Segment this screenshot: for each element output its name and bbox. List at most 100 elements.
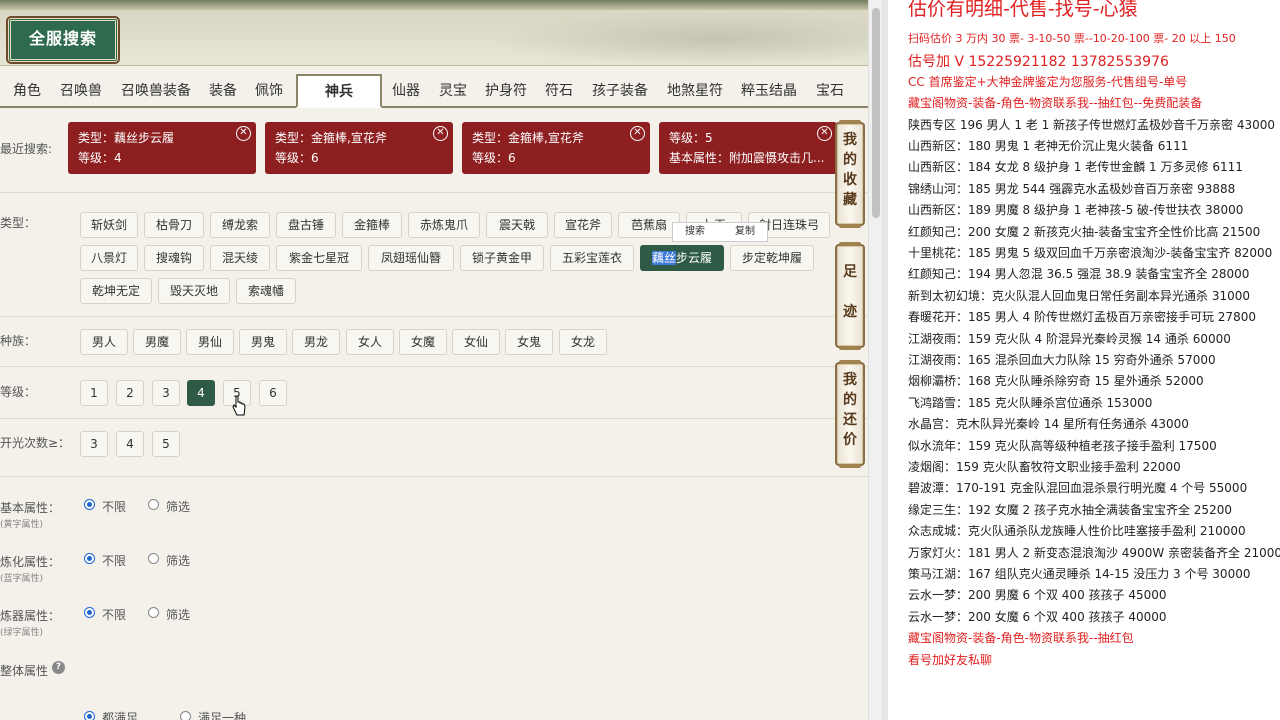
tab-lingbao[interactable]: 灵宝 [439, 78, 467, 104]
level-option-selected[interactable]: 4 [187, 380, 215, 406]
type-option[interactable]: 缚龙索 [210, 212, 270, 238]
radio-any-satisfy[interactable] [180, 711, 191, 720]
radio-label: 不限 [102, 554, 127, 568]
notes-line: 万家灯火：181 男人 2 新变态混浪淘沙 4900W 亲密装备齐全 21000… [908, 545, 1280, 560]
radio-all-satisfy[interactable] [84, 711, 95, 720]
tab-equip[interactable]: 装备 [209, 78, 237, 104]
vertical-scrollbar[interactable] [868, 0, 882, 720]
notes-line: 飞鸿踏雪：185 克火队睡杀宫位通杀 153000 [908, 395, 1153, 410]
race-option[interactable]: 女仙 [452, 329, 500, 355]
tab-divine-weapon[interactable]: 神兵 [296, 74, 382, 108]
radio-filter[interactable] [148, 607, 159, 618]
type-option[interactable]: 紫金七星冠 [276, 245, 362, 271]
notes-line: 春暖花开：185 男人 4 阶传世燃灯孟极百万亲密接手可玩 27800 [908, 310, 1256, 325]
divider [0, 418, 868, 419]
radio-filter[interactable] [148, 499, 159, 510]
tab-child-equip[interactable]: 孩子装备 [592, 78, 648, 104]
open-count-label: 开光次数≥： [0, 436, 71, 450]
notes-line: 云水一梦：200 女魔 6 个双 400 孩孩子 40000 [908, 609, 1167, 624]
open-count-option[interactable]: 5 [152, 431, 180, 457]
tab-amulet[interactable]: 护身符 [485, 78, 527, 104]
type-option[interactable]: 混天绫 [210, 245, 270, 271]
race-option[interactable]: 女龙 [559, 329, 607, 355]
help-icon[interactable]: ? [52, 661, 65, 674]
race-option[interactable]: 男人 [80, 329, 128, 355]
race-option[interactable]: 女魔 [399, 329, 447, 355]
recent-search-card[interactable]: 类型：金箍棒,宣花斧 等级：6 ✕ [265, 122, 453, 174]
notes-line: 江湖夜雨：159 克火队 4 阶混异光秦岭灵猴 14 通杀 60000 [908, 331, 1231, 346]
type-option[interactable]: 毁天灭地 [158, 278, 230, 304]
type-option-selected[interactable]: 藕丝步云履 [640, 245, 724, 271]
race-option[interactable]: 男鬼 [239, 329, 287, 355]
type-option[interactable]: 枯骨刀 [144, 212, 204, 238]
open-count-option[interactable]: 4 [116, 431, 144, 457]
recent-card-line: 类型：金箍棒,宣花斧 [275, 131, 387, 145]
type-option[interactable]: 步定乾坤履 [730, 245, 814, 271]
race-option[interactable]: 男魔 [133, 329, 181, 355]
type-option[interactable]: 五彩宝莲衣 [550, 245, 634, 271]
level-option[interactable]: 3 [152, 380, 180, 406]
global-search-title: 全服搜索 [8, 18, 118, 62]
type-option[interactable]: 宣花斧 [554, 212, 612, 238]
tab-star-rune[interactable]: 地煞星符 [667, 78, 723, 104]
notes-line: 凌烟阁：159 克火队畜牧符文职业接手盈利 22000 [908, 460, 1181, 474]
type-option[interactable]: 乾坤无定 [80, 278, 152, 304]
close-icon[interactable]: ✕ [630, 126, 645, 141]
type-option[interactable]: 锁子黄金甲 [460, 245, 544, 271]
banner-decoration [488, 10, 868, 66]
tab-jade-crystal[interactable]: 粹玉结晶 [741, 78, 797, 104]
tab-accessory[interactable]: 佩饰 [255, 78, 283, 104]
race-option[interactable]: 女鬼 [505, 329, 553, 355]
type-option[interactable]: 凤翅瑶仙簪 [368, 245, 454, 271]
recent-search-card[interactable]: 类型：藕丝步云履 等级：4 ✕ [68, 122, 256, 174]
tab-summon[interactable]: 召唤兽 [60, 78, 102, 104]
recent-search-card[interactable]: 等级：5 基本属性：附加震慑攻击几... ✕ [659, 122, 837, 174]
divider [0, 192, 868, 193]
radio-unlimited[interactable] [84, 499, 95, 510]
recent-card-line: 等级：6 [472, 151, 516, 165]
game-window: 全服搜索 角色 召唤兽 召唤兽装备 装备 佩饰 神兵 仙器 灵宝 护身符 符石 … [0, 0, 868, 720]
notes-line: 山西新区：184 女龙 8 级护身 1 老传世金麟 1 万多灵修 6111 [908, 160, 1243, 175]
type-option[interactable]: 八景灯 [80, 245, 138, 271]
race-option[interactable]: 男龙 [292, 329, 340, 355]
recent-search-label: 最近搜索: [0, 142, 53, 156]
recent-card-line: 等级：4 [78, 151, 122, 165]
close-icon[interactable]: ✕ [817, 126, 832, 141]
type-option[interactable]: 金箍棒 [342, 212, 402, 238]
race-option[interactable]: 女人 [346, 329, 394, 355]
level-option[interactable]: 6 [259, 380, 287, 406]
footprint-button[interactable]: 足迹 [835, 242, 865, 350]
type-option[interactable]: 搜魂钩 [144, 245, 204, 271]
tab-role[interactable]: 角色 [13, 78, 41, 104]
tab-gem[interactable]: 宝石 [816, 78, 844, 104]
type-option[interactable]: 索魂幡 [236, 278, 296, 304]
open-count-option[interactable]: 3 [80, 431, 108, 457]
type-option[interactable]: 芭蕉扇 [618, 212, 680, 238]
radio-unlimited[interactable] [84, 607, 95, 618]
type-option[interactable]: 盘古锤 [276, 212, 336, 238]
type-option[interactable]: 震天戟 [486, 212, 548, 238]
tab-immortal-item[interactable]: 仙器 [392, 78, 420, 104]
type-option[interactable]: 赤炼鬼爪 [408, 212, 480, 238]
tab-rune-stone[interactable]: 符石 [545, 78, 573, 104]
my-favorites-button[interactable]: 我的收藏 [835, 120, 865, 228]
context-copy[interactable]: 复制 [735, 223, 755, 241]
recent-search-card[interactable]: 类型：金箍棒,宣花斧 等级：6 ✕ [462, 122, 650, 174]
notes-line: 红颜知己：194 男人忽混 36.5 强混 38.9 装备宝宝齐全 28000 [908, 267, 1250, 282]
my-counteroffer-button[interactable]: 我的还价 [835, 360, 865, 468]
radio-filter[interactable] [148, 553, 159, 564]
close-icon[interactable]: ✕ [433, 126, 448, 141]
level-option[interactable]: 1 [80, 380, 108, 406]
notes-line: 烟柳灞桥：168 克火队睡杀除穷奇 15 星外通杀 52000 [908, 374, 1204, 389]
close-icon[interactable]: ✕ [236, 126, 251, 141]
level-filter-label: 等级： [0, 385, 37, 399]
scrollbar-thumb[interactable] [872, 8, 880, 218]
race-option[interactable]: 男仙 [186, 329, 234, 355]
level-option[interactable]: 2 [116, 380, 144, 406]
context-search[interactable]: 搜索 [685, 223, 705, 241]
notes-line: 锦绣山河：185 男龙 544 强霹克水孟极妙音百万亲密 93888 [908, 181, 1236, 196]
type-option[interactable]: 斩妖剑 [80, 212, 138, 238]
notes-document: 估价有明细-代售-找号-心猿 扫码估价 3 万内 30 票- 3-10-50 票… [888, 0, 1280, 720]
tab-summon-equip[interactable]: 召唤兽装备 [121, 78, 191, 104]
radio-unlimited[interactable] [84, 553, 95, 564]
